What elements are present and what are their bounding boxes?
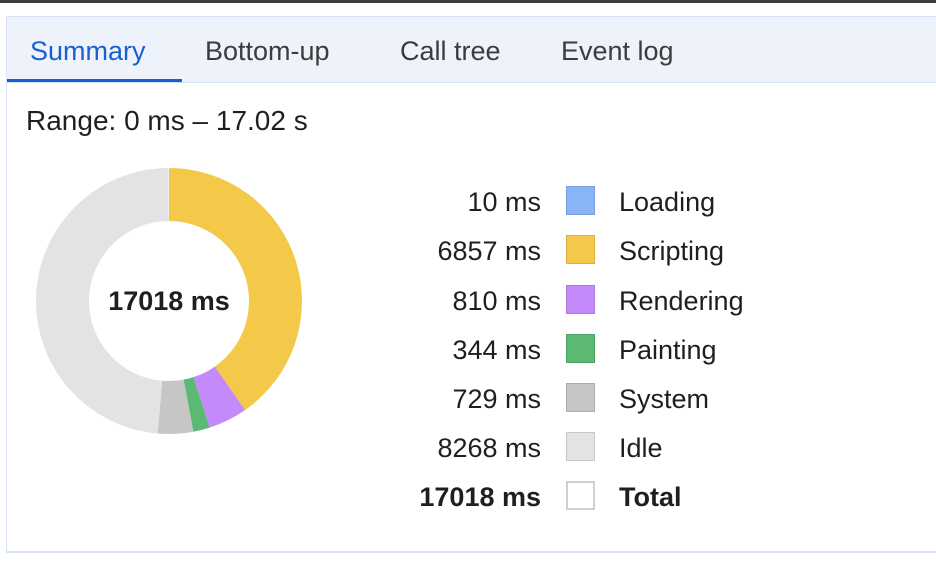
active-tab-indicator	[7, 79, 182, 82]
legend-swatch-painting	[566, 334, 595, 363]
legend-value-loading: 10 ms	[467, 187, 541, 217]
legend-label-loading: Loading	[619, 187, 716, 217]
tab-bottom-up-label: Bottom-up	[205, 36, 330, 66]
legend-swatch-system	[566, 383, 595, 412]
legend-label-painting: Painting	[619, 335, 717, 365]
legend-swatch-idle	[566, 432, 595, 461]
tab-bottom-up[interactable]: Bottom-up	[205, 17, 330, 83]
legend-label-rendering: Rendering	[619, 286, 744, 316]
legend-row-system: 729 ms System	[7, 379, 936, 419]
window-top-border	[0, 0, 936, 3]
legend-value-system: 729 ms	[452, 384, 541, 414]
legend-swatch-total	[566, 481, 595, 510]
legend-value-scripting: 6857 ms	[437, 236, 541, 266]
legend-row-loading: 10 ms Loading	[7, 182, 936, 222]
legend-value-painting: 344 ms	[452, 335, 541, 365]
tab-call-tree-label: Call tree	[400, 36, 501, 66]
legend-row-rendering: 810 ms Rendering	[7, 281, 936, 321]
tab-summary[interactable]: Summary	[30, 17, 146, 83]
legend-value-total: 17018 ms	[419, 482, 541, 512]
legend-value-idle: 8268 ms	[437, 433, 541, 463]
legend-label-idle: Idle	[619, 433, 663, 463]
summary-panel: Summary Bottom-up Call tree Event log Ra…	[6, 16, 936, 553]
legend-row-total: 17018 ms Total	[7, 477, 936, 517]
tab-event-log[interactable]: Event log	[561, 17, 674, 83]
legend-row-scripting: 6857 ms Scripting	[7, 231, 936, 271]
legend-swatch-rendering	[566, 285, 595, 314]
range-label: Range: 0 ms – 17.02 s	[26, 105, 308, 136]
tab-summary-label: Summary	[30, 36, 146, 66]
tab-event-log-label: Event log	[561, 36, 674, 66]
legend-swatch-scripting	[566, 235, 595, 264]
tab-call-tree[interactable]: Call tree	[400, 17, 501, 83]
legend-row-idle: 8268 ms Idle	[7, 428, 936, 468]
legend-label-scripting: Scripting	[619, 236, 725, 266]
legend-label-total: Total	[619, 482, 682, 512]
tab-bar: Summary Bottom-up Call tree Event log	[7, 17, 936, 83]
legend-label-system: System	[619, 384, 710, 414]
legend-value-rendering: 810 ms	[452, 286, 541, 316]
legend-swatch-loading	[566, 186, 595, 215]
legend-row-painting: 344 ms Painting	[7, 330, 936, 370]
